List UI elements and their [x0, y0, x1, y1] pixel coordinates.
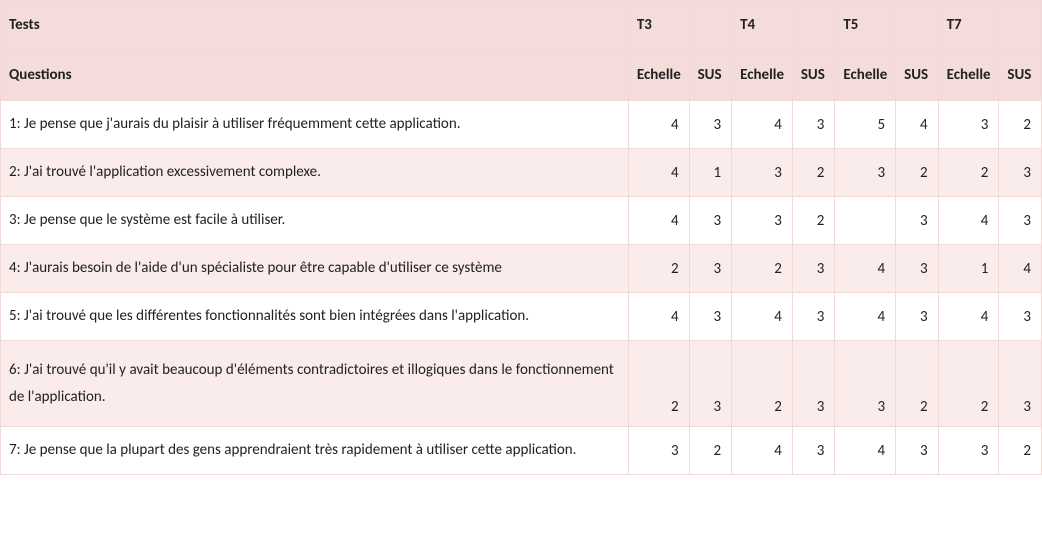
sub-t3-sus: SUS [689, 49, 732, 101]
value-cell [835, 197, 896, 245]
question-cell: 6: J'ai trouvé qu'il y avait beaucoup d'… [1, 341, 629, 427]
value-cell: 3 [896, 245, 939, 293]
value-cell: 3 [689, 293, 732, 341]
value-cell: 3 [792, 427, 835, 475]
value-cell: 3 [938, 427, 999, 475]
value-cell: 3 [896, 197, 939, 245]
header-row-tests: Tests T3 T4 T5 T7 [1, 1, 1042, 49]
value-cell: 4 [628, 197, 689, 245]
sub-t5-sus: SUS [896, 49, 939, 101]
value-cell: 4 [732, 293, 793, 341]
question-cell: 7: Je pense que la plupart des gens appr… [1, 427, 629, 475]
value-cell: 3 [628, 427, 689, 475]
sub-t7-echelle: Echelle [938, 49, 999, 101]
value-cell: 4 [732, 427, 793, 475]
header-t4-blank [792, 1, 835, 49]
value-cell: 3 [896, 427, 939, 475]
value-cell: 3 [999, 293, 1042, 341]
sub-t3-echelle: Echelle [628, 49, 689, 101]
value-cell: 2 [938, 149, 999, 197]
value-cell: 3 [732, 197, 793, 245]
value-cell: 4 [999, 245, 1042, 293]
sub-t7-sus: SUS [999, 49, 1042, 101]
value-cell: 2 [938, 341, 999, 427]
value-cell: 3 [689, 341, 732, 427]
sub-t5-echelle: Echelle [835, 49, 896, 101]
value-cell: 4 [628, 149, 689, 197]
value-cell: 5 [835, 101, 896, 149]
value-cell: 4 [835, 293, 896, 341]
value-cell: 3 [689, 101, 732, 149]
value-cell: 3 [792, 245, 835, 293]
value-cell: 3 [999, 341, 1042, 427]
table-row: 7: Je pense que la plupart des gens appr… [1, 427, 1042, 475]
table-row: 2: J'ai trouvé l'application excessiveme… [1, 149, 1042, 197]
value-cell: 2 [628, 245, 689, 293]
value-cell: 1 [938, 245, 999, 293]
value-cell: 2 [999, 101, 1042, 149]
value-cell: 2 [732, 245, 793, 293]
value-cell: 3 [835, 149, 896, 197]
value-cell: 4 [628, 101, 689, 149]
value-cell: 2 [689, 427, 732, 475]
question-cell: 1: Je pense que j'aurais du plaisir à ut… [1, 101, 629, 149]
value-cell: 3 [689, 197, 732, 245]
value-cell: 4 [628, 293, 689, 341]
value-cell: 3 [732, 149, 793, 197]
value-cell: 2 [896, 341, 939, 427]
table-row: 6: J'ai trouvé qu'il y avait beaucoup d'… [1, 341, 1042, 427]
value-cell: 2 [999, 427, 1042, 475]
value-cell: 3 [938, 101, 999, 149]
value-cell: 4 [732, 101, 793, 149]
value-cell: 3 [792, 341, 835, 427]
sus-table: Tests T3 T4 T5 T7 Questions Echelle SUS … [0, 0, 1042, 475]
value-cell: 2 [896, 149, 939, 197]
table-row: 1: Je pense que j'aurais du plaisir à ut… [1, 101, 1042, 149]
table-row: 3: Je pense que le système est facile à … [1, 197, 1042, 245]
value-cell: 3 [792, 293, 835, 341]
header-t7-blank [999, 1, 1042, 49]
table-row: 4: J'aurais besoin de l'aide d'un spécia… [1, 245, 1042, 293]
header-t5-blank [896, 1, 939, 49]
value-cell: 3 [999, 149, 1042, 197]
value-cell: 4 [835, 245, 896, 293]
header-t4: T4 [732, 1, 793, 49]
question-cell: 3: Je pense que le système est facile à … [1, 197, 629, 245]
sub-t4-sus: SUS [792, 49, 835, 101]
value-cell: 4 [938, 293, 999, 341]
value-cell: 2 [732, 341, 793, 427]
header-t7: T7 [938, 1, 999, 49]
header-t3-blank [689, 1, 732, 49]
header-t3: T3 [628, 1, 689, 49]
value-cell: 2 [792, 197, 835, 245]
value-cell: 2 [628, 341, 689, 427]
value-cell: 4 [835, 427, 896, 475]
value-cell: 4 [896, 101, 939, 149]
header-t5: T5 [835, 1, 896, 49]
header-row-sub: Questions Echelle SUS Echelle SUS Echell… [1, 49, 1042, 101]
value-cell: 3 [835, 341, 896, 427]
questions-label: Questions [1, 49, 629, 101]
table-row: 5: J'ai trouvé que les différentes fonct… [1, 293, 1042, 341]
question-cell: 5: J'ai trouvé que les différentes fonct… [1, 293, 629, 341]
value-cell: 2 [792, 149, 835, 197]
value-cell: 1 [689, 149, 732, 197]
question-cell: 2: J'ai trouvé l'application excessiveme… [1, 149, 629, 197]
value-cell: 3 [896, 293, 939, 341]
value-cell: 3 [792, 101, 835, 149]
tests-label: Tests [1, 1, 629, 49]
question-cell: 4: J'aurais besoin de l'aide d'un spécia… [1, 245, 629, 293]
value-cell: 3 [999, 197, 1042, 245]
value-cell: 3 [689, 245, 732, 293]
sub-t4-echelle: Echelle [732, 49, 793, 101]
value-cell: 4 [938, 197, 999, 245]
